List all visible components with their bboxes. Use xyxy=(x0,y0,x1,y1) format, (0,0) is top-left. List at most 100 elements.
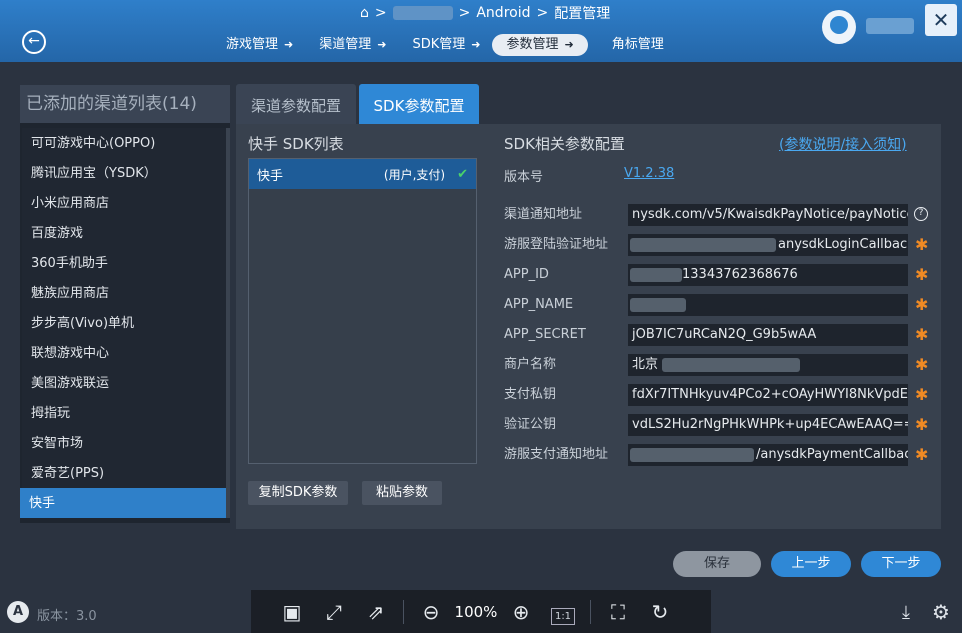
help-icon[interactable]: ? xyxy=(914,207,928,221)
channel-item[interactable]: 美图游戏联运 xyxy=(22,368,228,398)
channel-item[interactable]: 爱奇艺(PPS) xyxy=(22,458,228,488)
breadcrumb-separator: > xyxy=(374,5,387,21)
version-label: 版本号 xyxy=(504,170,544,185)
fit-screen-icon[interactable]: ⛶ xyxy=(597,600,639,624)
actual-size-icon[interactable]: 1:1 xyxy=(542,600,584,625)
breadcrumb-page: 配置管理 xyxy=(554,6,611,22)
arrow-right-icon: ➜ xyxy=(471,38,481,51)
prev-step-button[interactable]: 上一步 xyxy=(771,551,851,577)
blurred-value xyxy=(630,298,686,312)
save-icon[interactable]: ▣ xyxy=(271,600,313,624)
param-field-notify-url[interactable]: nysdk.com/v5/KwaisdkPayNotice/payNotice/ xyxy=(628,204,908,226)
check-icon: ✔ xyxy=(457,166,468,182)
step-sdk-manage[interactable]: SDK管理 ➜ xyxy=(406,34,486,56)
app-logo-icon: A xyxy=(7,601,29,623)
step-badge-manage[interactable]: 角标管理 xyxy=(606,34,670,56)
channel-item[interactable]: 百度游戏 xyxy=(22,218,228,248)
channel-item[interactable]: 拇指玩 xyxy=(22,398,228,428)
param-label: 游服支付通知地址 xyxy=(504,447,609,462)
sdk-tags: (用户,支付) xyxy=(383,167,446,182)
blurred-game-name xyxy=(392,6,453,20)
breadcrumb-separator: > xyxy=(536,5,549,21)
param-field-verify-public-key[interactable]: vdLS2Hu2rNgPHkWHPk+up4ECAwEAAQ== xyxy=(628,414,908,436)
channel-item[interactable]: 可可游戏中心(OPPO) xyxy=(22,128,228,158)
config-title: SDK相关参数配置 xyxy=(504,135,625,153)
channel-item[interactable]: 小米应用商店 xyxy=(22,188,228,218)
tab-sdk-params[interactable]: SDK参数配置 xyxy=(359,84,479,124)
required-star-icon: ✱ xyxy=(915,415,929,434)
blurred-value xyxy=(630,448,754,462)
channel-item-selected[interactable]: 快手 xyxy=(20,488,230,518)
blurred-value xyxy=(630,238,776,252)
channel-item[interactable]: 联想游戏中心 xyxy=(22,338,228,368)
blurred-value xyxy=(662,358,800,372)
sdk-name: 快手 xyxy=(257,168,284,184)
sdk-list xyxy=(248,158,477,464)
arrow-right-icon: ➜ xyxy=(284,38,294,51)
param-field-app-secret[interactable]: jOB7IC7uRCaN2Q_G9b5wAA xyxy=(628,324,908,346)
channel-item[interactable]: 魅族应用商店 xyxy=(22,278,228,308)
param-label: 商户名称 xyxy=(504,357,557,372)
back-arrow-icon[interactable]: ← xyxy=(22,30,46,54)
arrow-right-icon: ➜ xyxy=(377,38,387,51)
param-label: APP_SECRET xyxy=(504,327,586,342)
app-version: 版本：3.0 xyxy=(37,609,97,624)
channel-list-scrollbar[interactable] xyxy=(226,128,230,518)
required-star-icon: ✱ xyxy=(915,325,929,344)
channel-item[interactable]: 360手机助手 xyxy=(22,248,228,278)
channel-list: 可可游戏中心(OPPO) 腾讯应用宝（YSDK） 小米应用商店 百度游戏 360… xyxy=(20,128,230,518)
rotate-icon[interactable]: ↻ xyxy=(639,600,681,624)
param-label: 游服登陆验证地址 xyxy=(504,237,609,252)
required-star-icon: ✱ xyxy=(915,355,929,374)
breadcrumb-separator: > xyxy=(458,5,471,21)
channel-list-title: 已添加的渠道列表(14) xyxy=(20,85,230,123)
breadcrumb-platform[interactable]: Android xyxy=(476,5,530,21)
channel-item[interactable]: 安智市场 xyxy=(22,428,228,458)
ratio-label: 1:1 xyxy=(550,607,576,625)
breadcrumb: ⌂ > > Android > 配置管理 xyxy=(360,3,620,23)
save-button[interactable]: 保存 xyxy=(673,551,761,577)
param-label: 验证公钥 xyxy=(504,417,557,432)
toolbar-divider xyxy=(403,599,404,624)
version-value-link[interactable]: V1.2.38 xyxy=(624,166,674,181)
sdk-list-title: 快手 SDK列表 xyxy=(248,135,344,153)
arrow-right-icon: ➜ xyxy=(564,38,574,51)
param-label: APP_ID xyxy=(504,267,549,282)
required-star-icon: ✱ xyxy=(915,445,929,464)
toolbar-divider xyxy=(590,599,591,624)
param-label: 渠道通知地址 xyxy=(504,207,583,222)
param-field-pay-private-key[interactable]: fdXr7ITNHkyuv4PCo2+cOAyHWYI8NkVpdE2 xyxy=(628,384,908,406)
step-game-manage[interactable]: 游戏管理 ➜ xyxy=(220,34,299,56)
paste-params-button[interactable]: 粘贴参数 xyxy=(362,481,442,505)
download-icon[interactable]: ⤓ xyxy=(902,602,910,623)
channel-item[interactable]: 腾讯应用宝（YSDK） xyxy=(22,158,228,188)
next-step-button[interactable]: 下一步 xyxy=(861,551,941,577)
step-nav: 游戏管理 ➜ 渠道管理 ➜ SDK管理 ➜ 参数管理 ➜ 角标管理 xyxy=(220,33,670,57)
avatar[interactable] xyxy=(822,10,856,44)
param-label: APP_NAME xyxy=(504,297,574,312)
close-button[interactable]: ✕ xyxy=(925,4,957,36)
sdk-list-item[interactable]: 快手 (用户,支付) ✔ xyxy=(249,159,476,189)
open-external-icon[interactable]: ⤢ xyxy=(313,600,355,624)
close-icon: ✕ xyxy=(932,8,950,32)
channel-item[interactable]: 步步高(Vivo)单机 xyxy=(22,308,228,338)
param-doc-link[interactable]: (参数说明/接入须知) xyxy=(779,134,907,154)
required-star-icon: ✱ xyxy=(915,235,929,254)
share-icon[interactable]: ⇗ xyxy=(355,600,397,624)
blurred-username xyxy=(866,18,914,34)
zoom-level: 100% xyxy=(454,602,498,621)
tab-channel-params[interactable]: 渠道参数配置 xyxy=(236,84,356,124)
zoom-out-icon[interactable]: ⊖ xyxy=(410,600,452,624)
copy-sdk-params-button[interactable]: 复制SDK参数 xyxy=(248,481,348,505)
required-star-icon: ✱ xyxy=(915,265,929,284)
step-channel-manage[interactable]: 渠道管理 ➜ xyxy=(313,34,392,56)
required-star-icon: ✱ xyxy=(915,385,929,404)
step-param-manage[interactable]: 参数管理 ➜ xyxy=(492,34,588,56)
home-icon[interactable]: ⌂ xyxy=(360,5,369,21)
blurred-value xyxy=(630,268,682,282)
param-label: 支付私钥 xyxy=(504,387,557,402)
required-star-icon: ✱ xyxy=(915,295,929,314)
zoom-in-icon[interactable]: ⊕ xyxy=(500,600,542,624)
gear-icon[interactable]: ⚙ xyxy=(932,600,950,624)
viewer-toolbar: ▣ ⤢ ⇗ ⊖ 100% ⊕ 1:1 ⛶ ↻ xyxy=(251,590,711,633)
